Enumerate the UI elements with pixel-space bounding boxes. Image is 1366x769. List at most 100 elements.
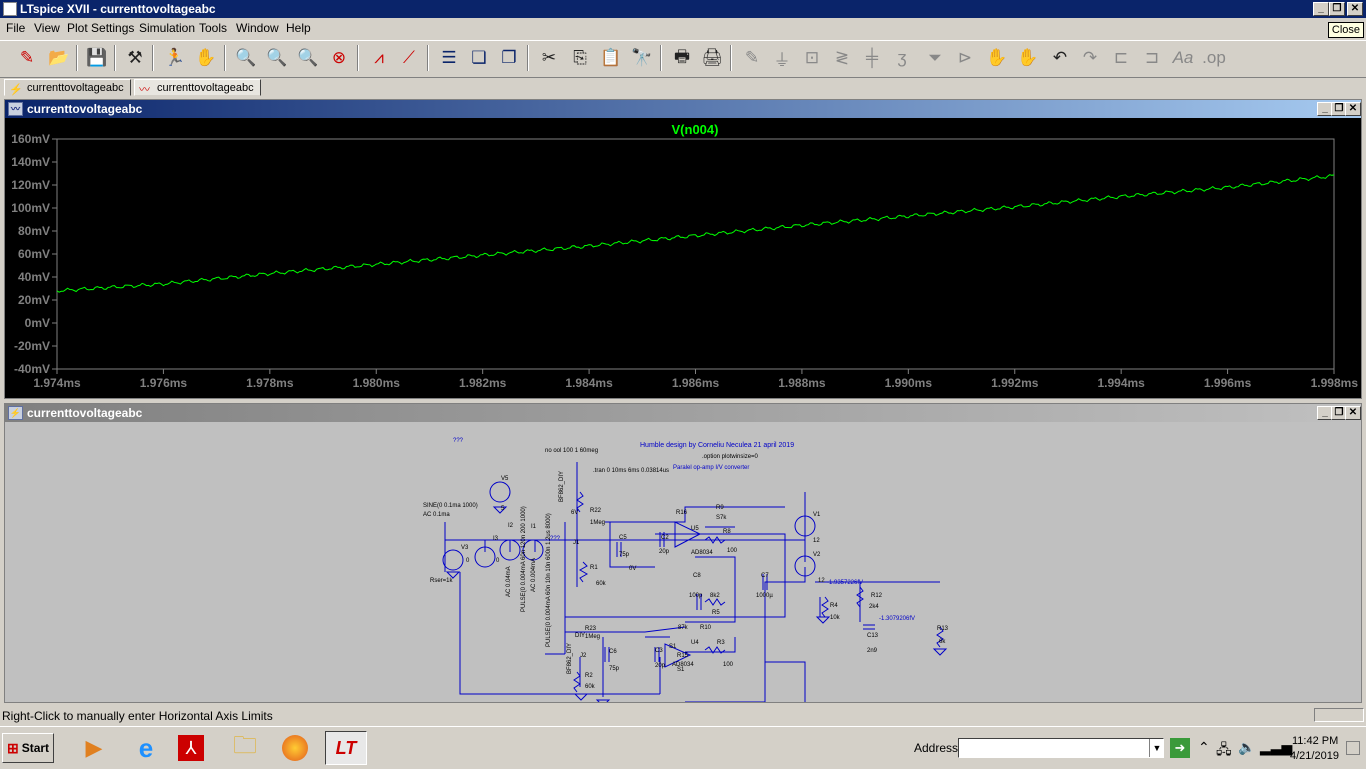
tab-schematic[interactable]: ⚡ currenttovoltageabc [4,79,131,96]
waveform-plot[interactable]: V(n004) 160mV 140mV 120mV 100mV 80mV 60mV 40mV… [5,118,1361,398]
y-tick-label[interactable]: 160mV [11,132,50,146]
ltspice-taskbar-button[interactable]: LT [325,731,367,765]
x-tick-label[interactable]: 1.984ms [565,376,613,390]
inductor-icon[interactable]: ʒ [889,45,915,71]
x-tick-label[interactable]: 1.976ms [140,376,188,390]
find-icon[interactable]: 🔭 [629,45,655,71]
menu-tools[interactable]: Tools [199,21,227,35]
chevron-up-icon[interactable]: ⌃ [1198,739,1210,756]
tile-vertical-icon[interactable]: ❐ [496,45,522,71]
y-tick-label[interactable]: -20mV [14,339,50,353]
wave-close-button[interactable]: ✕ [1345,102,1361,116]
zoom-in-icon[interactable]: 🔍 [233,45,259,71]
menu-help[interactable]: Help [286,21,311,35]
rotate-icon[interactable]: ⊏ [1108,45,1134,71]
run-icon[interactable]: 🏃 [162,45,188,71]
control-panel-icon[interactable]: ⚒ [122,45,148,71]
tile-horizontal-icon[interactable]: ☰ [436,45,462,71]
x-tick-label[interactable]: 1.992ms [991,376,1039,390]
clock-date[interactable]: 4/21/2019 [1290,750,1339,762]
volume-icon[interactable]: 🔈 [1238,739,1255,756]
resistor-icon[interactable]: ≷ [829,45,855,71]
firefox-icon[interactable] [277,731,313,765]
paste-icon[interactable]: 📋 [598,45,624,71]
x-tick-label[interactable]: 1.986ms [672,376,720,390]
schematic-canvas[interactable]: Humble design by Corneliu Neculea 21 apr… [5,422,1361,702]
minimize-button[interactable]: _ [1313,2,1329,16]
y-tick-label[interactable]: 20mV [18,293,50,307]
schem-close-button[interactable]: ✕ [1345,406,1361,420]
toolbar-separator [527,45,529,71]
zoom-out-icon[interactable]: 🔍 [295,45,321,71]
component-label: C13 [867,633,879,639]
autorange-icon[interactable]: ⩘ [366,45,392,71]
save-icon[interactable]: 💾 [84,45,110,71]
drag-icon[interactable]: ✋ [1015,45,1041,71]
menu-view[interactable]: View [34,21,60,35]
spice-directive-icon[interactable]: .op [1201,45,1227,71]
x-tick-label[interactable]: 1.980ms [353,376,401,390]
mirror-icon[interactable]: ⊐ [1139,45,1165,71]
notifications-icon[interactable] [1346,741,1360,755]
x-tick-label[interactable]: 1.982ms [459,376,507,390]
copy-icon[interactable]: ⎘ [567,45,593,71]
y-tick-label[interactable]: 80mV [18,224,50,238]
x-tick-label[interactable]: 1.998ms [1311,376,1359,390]
draw-wire-icon[interactable]: ✎ [739,45,765,71]
go-arrow-icon[interactable]: ➜ [1170,738,1190,758]
x-tick-label[interactable]: 1.996ms [1204,376,1252,390]
y-tick-label[interactable]: -40mV [14,362,50,376]
label-net-icon[interactable]: ⊡ [799,45,825,71]
pdf-reader-icon[interactable]: ⅄ [173,731,209,765]
move-icon[interactable]: ✋ [984,45,1010,71]
signal-icon[interactable]: ▂▃▅ [1260,739,1292,756]
undo-icon[interactable]: ↶ [1047,45,1073,71]
restore-button[interactable]: ❐ [1329,2,1345,16]
component-icon[interactable]: ⊳ [952,45,978,71]
y-tick-label[interactable]: 100mV [11,201,50,215]
ground-icon[interactable]: ⏚ [769,45,795,71]
y-tick-label[interactable]: 0mV [25,316,50,330]
menu-plot-settings[interactable]: Plot Settings [67,21,134,35]
network-icon[interactable]: 🖧 [1216,739,1232,763]
clock-time[interactable]: 11:42 PM [1292,735,1338,747]
trace-label[interactable]: V(n004) [672,122,719,137]
pan-icon[interactable]: 🔍 [264,45,290,71]
x-tick-label[interactable]: 1.990ms [885,376,933,390]
component-label: 0 [496,558,500,564]
new-schematic-icon[interactable]: ✎ [14,45,40,71]
component-label: S7k [716,515,727,521]
address-input[interactable] [958,738,1164,758]
media-player-icon[interactable]: ▶ [76,731,112,765]
add-trace-icon[interactable]: ⟋ [396,45,422,71]
file-explorer-icon[interactable]: 🗀 [227,731,263,765]
x-tick-label[interactable]: 1.974ms [33,376,81,390]
menu-simulation[interactable]: Simulation [139,21,195,35]
open-icon[interactable]: 📂 [46,45,72,71]
text-icon[interactable]: Aa [1170,45,1196,71]
menu-window[interactable]: Window [236,21,279,35]
address-dropdown-icon[interactable]: ▼ [1149,739,1164,757]
internet-explorer-icon[interactable]: e [128,731,164,765]
redo-icon[interactable]: ↷ [1077,45,1103,71]
cascade-icon[interactable]: ❏ [466,45,492,71]
x-tick-label[interactable]: 1.994ms [1097,376,1145,390]
y-tick-label[interactable]: 140mV [11,155,50,169]
tab-waveform[interactable]: 〰 currenttovoltageabc [134,79,261,96]
close-button[interactable]: ✕ [1347,2,1363,16]
component-label: R1 [590,565,598,571]
y-tick-label[interactable]: 120mV [11,178,50,192]
y-tick-label[interactable]: 40mV [18,270,50,284]
print-icon[interactable]: 🖨 [699,45,725,71]
halt-icon[interactable]: ✋ [193,45,219,71]
x-tick-label[interactable]: 1.988ms [778,376,826,390]
start-button[interactable]: ⊞ Start [2,733,54,763]
diode-icon[interactable]: ⏷ [922,45,948,71]
x-tick-label[interactable]: 1.978ms [246,376,294,390]
menu-file[interactable]: File [6,21,25,35]
cut-icon[interactable]: ✂ [536,45,562,71]
capacitor-icon[interactable]: ╪ [859,45,885,71]
print-preview-icon[interactable]: 🖶 [669,45,695,71]
y-tick-label[interactable]: 60mV [18,247,50,261]
zoom-fit-icon[interactable]: ⊗ [326,45,352,71]
